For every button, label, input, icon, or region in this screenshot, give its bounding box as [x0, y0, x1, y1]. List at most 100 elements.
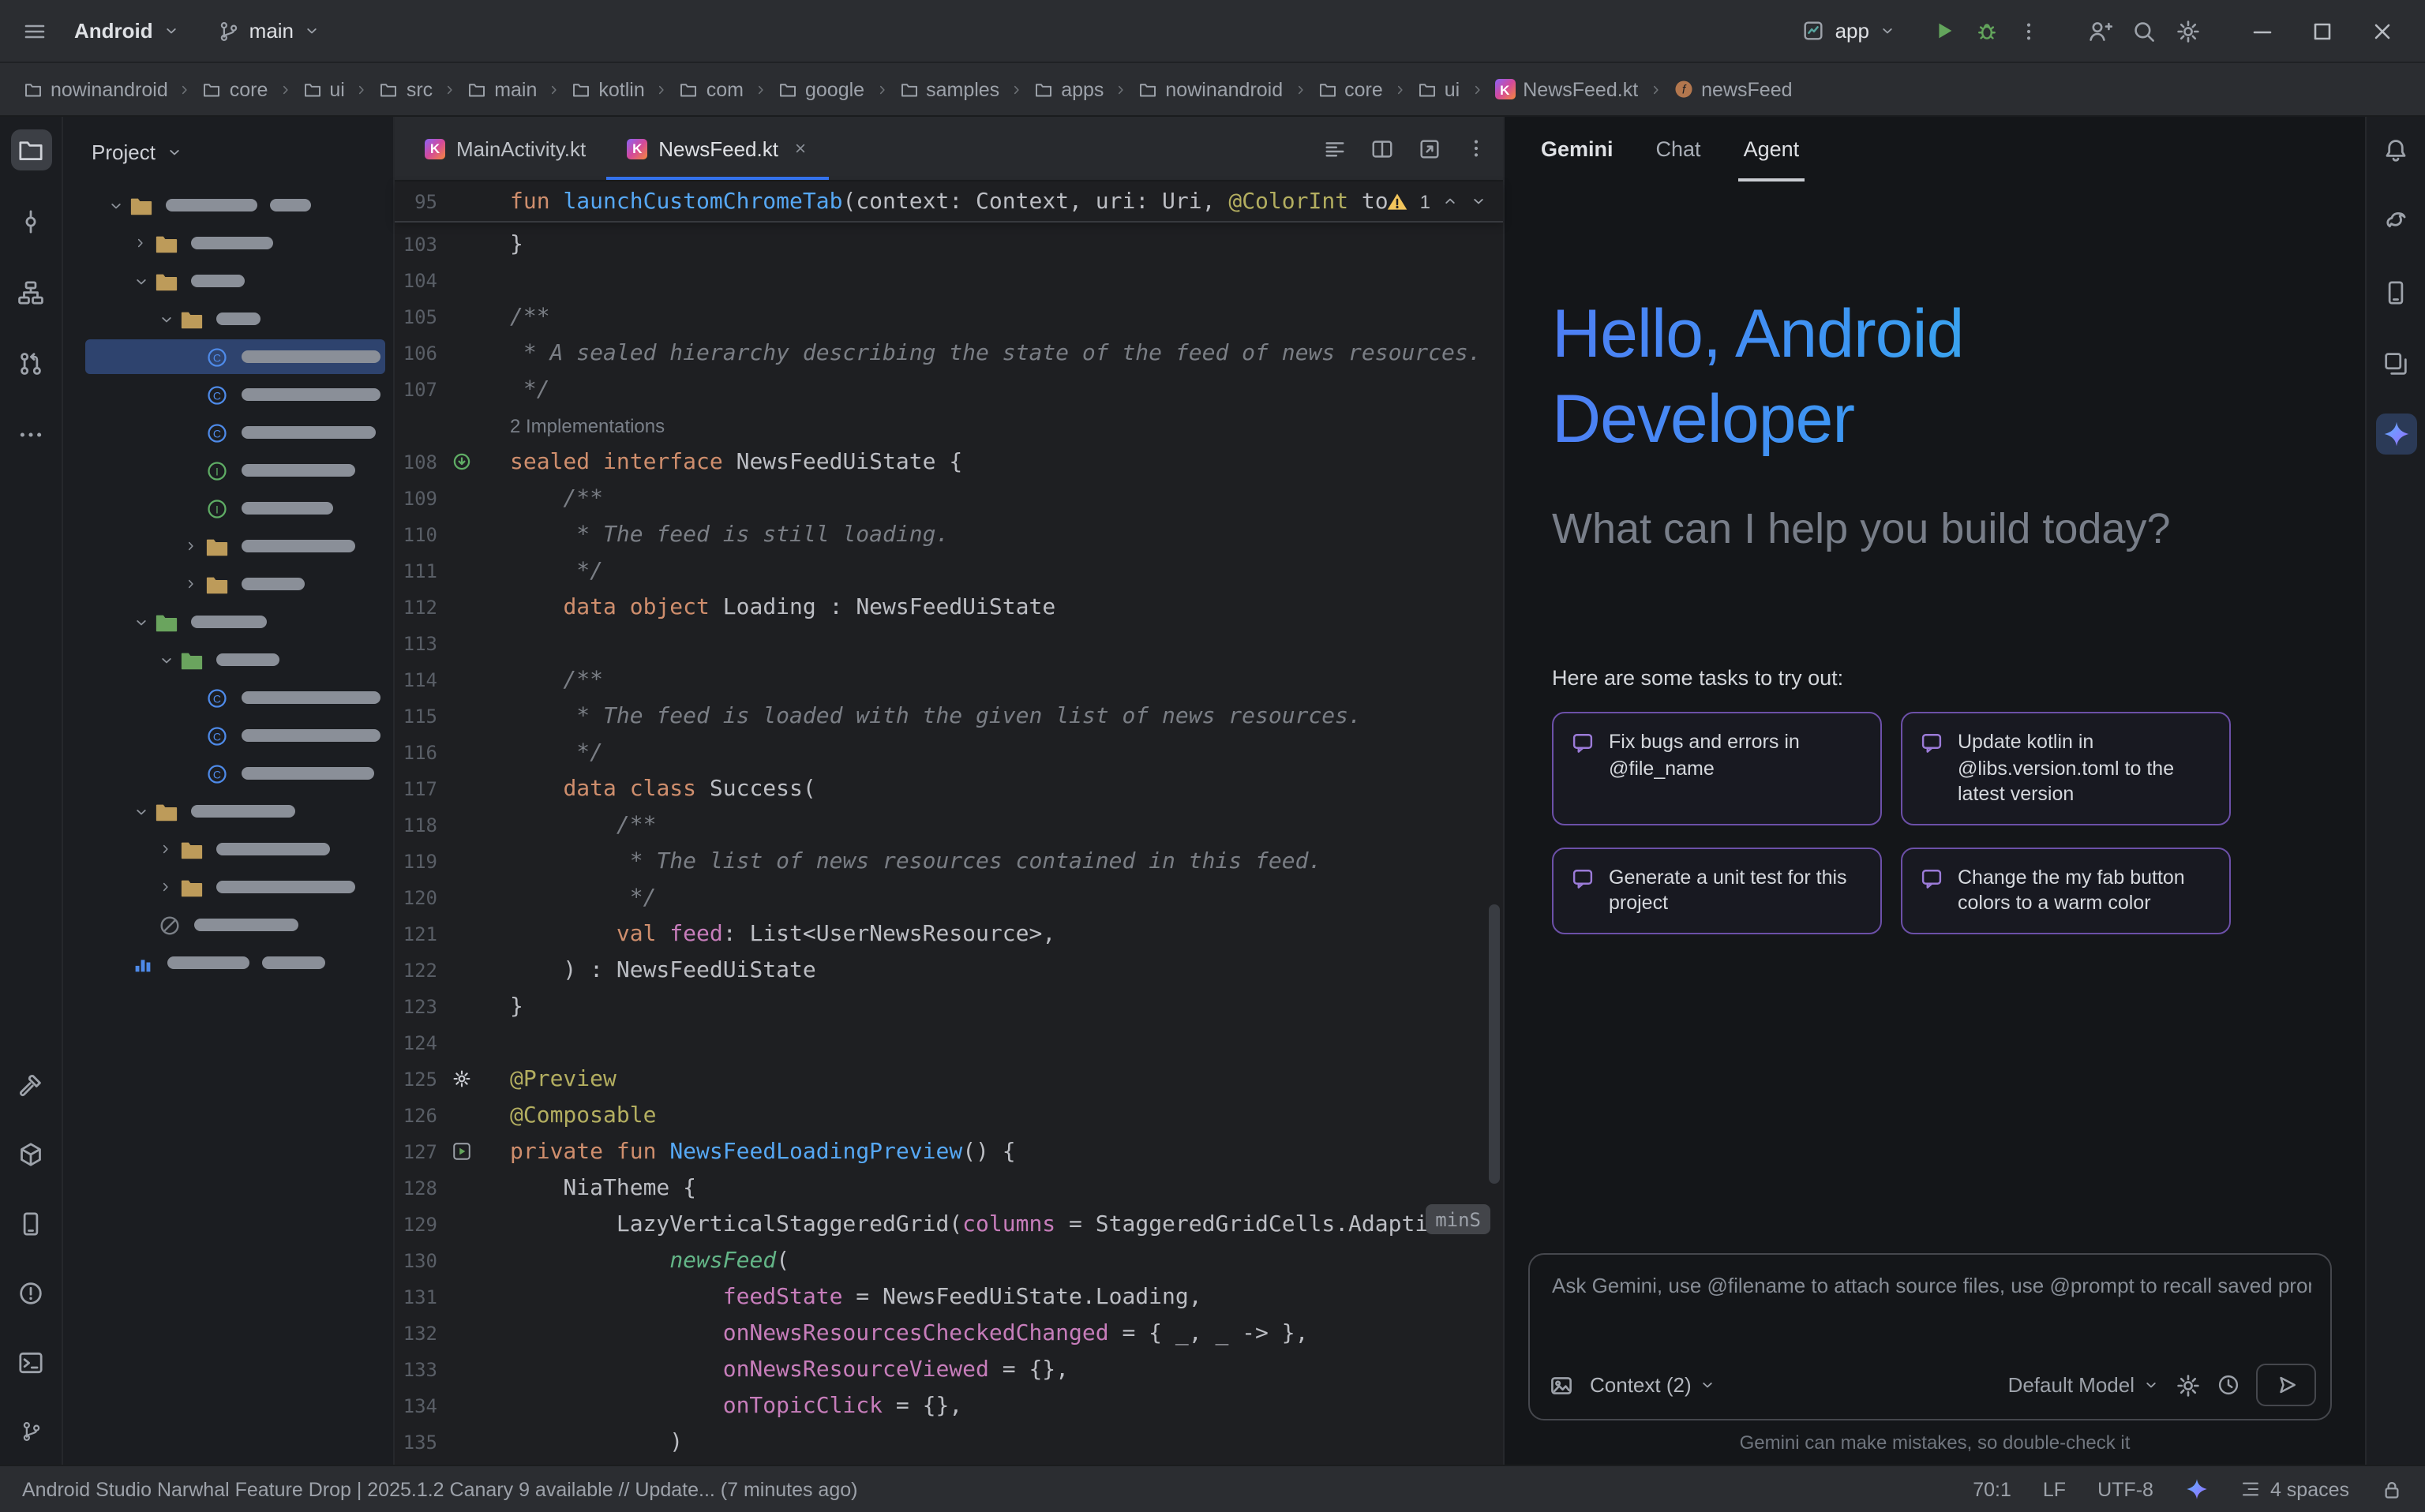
- gemini-tool-button[interactable]: [2375, 414, 2416, 455]
- gear-gutter-icon[interactable]: [444, 1069, 478, 1089]
- attach-image-icon[interactable]: [1549, 1372, 1574, 1398]
- open-files-list-icon[interactable]: [1323, 137, 1347, 160]
- project-tree-row[interactable]: [63, 641, 393, 679]
- project-tool-button[interactable]: [10, 129, 51, 170]
- gemini-tab-agent[interactable]: Agent: [1744, 117, 1800, 182]
- editor-options-icon[interactable]: [1465, 137, 1487, 159]
- notifications-button[interactable]: [2375, 129, 2416, 170]
- indent-setting[interactable]: 4 spaces: [2240, 1478, 2349, 1500]
- version-control-tool-button[interactable]: [10, 1411, 51, 1452]
- code-viewport[interactable]: 103}104105/**106 * A sealed hierarchy de…: [395, 223, 1503, 1465]
- chevron-right-icon[interactable]: [153, 841, 178, 857]
- project-tree-row[interactable]: I: [63, 489, 393, 527]
- breadcrumb-item[interactable]: apps: [1029, 75, 1108, 103]
- project-tree-row[interactable]: C: [63, 679, 393, 717]
- project-tree-row[interactable]: [63, 830, 393, 868]
- more-tool-windows-button[interactable]: [10, 414, 51, 455]
- chevron-right-icon[interactable]: [178, 576, 204, 592]
- breadcrumb-item[interactable]: core: [1313, 75, 1388, 103]
- gemini-task-card[interactable]: Generate a unit test for this project: [1552, 847, 1882, 934]
- model-selector[interactable]: Default Model: [2008, 1373, 2160, 1397]
- add-user-icon[interactable]: [2087, 18, 2112, 43]
- caret-position[interactable]: 70:1: [1973, 1478, 2011, 1500]
- project-tree-row[interactable]: [63, 300, 393, 338]
- project-tree-row[interactable]: [63, 868, 393, 906]
- search-everywhere-icon[interactable]: [2131, 18, 2157, 43]
- line-separator[interactable]: LF: [2043, 1478, 2066, 1500]
- breadcrumb-item[interactable]: src: [375, 75, 437, 103]
- packages-tool-button[interactable]: [10, 1133, 51, 1174]
- preview-gutter-icon[interactable]: [444, 1141, 478, 1162]
- breadcrumb-item[interactable]: com: [675, 75, 748, 103]
- editor-tab[interactable]: KNewsFeed.kt: [606, 117, 829, 180]
- chevron-down-icon[interactable]: [103, 196, 128, 214]
- more-actions-icon[interactable]: [2018, 20, 2040, 42]
- commit-tool-button[interactable]: [10, 200, 51, 241]
- problems-tool-button[interactable]: [10, 1272, 51, 1313]
- project-tree-row[interactable]: [63, 224, 393, 262]
- split-editor-icon[interactable]: [1370, 137, 1394, 160]
- close-button[interactable]: [2362, 10, 2403, 51]
- send-button[interactable]: [2256, 1364, 2316, 1406]
- write-access-lock-icon[interactable]: [2381, 1478, 2403, 1500]
- run-configuration-selector[interactable]: app: [1791, 13, 1907, 49]
- pull-requests-tool-button[interactable]: [10, 342, 51, 384]
- gemini-tab-chat[interactable]: Chat: [1656, 117, 1701, 182]
- device-manager-tool-button[interactable]: [10, 1203, 51, 1244]
- build-tool-button[interactable]: [10, 1064, 51, 1105]
- debug-button[interactable]: [1975, 19, 1999, 43]
- project-tree-row[interactable]: [63, 944, 393, 982]
- structure-tool-button[interactable]: [10, 271, 51, 313]
- project-tree-row[interactable]: C: [63, 414, 393, 451]
- gemini-status-icon[interactable]: [2185, 1477, 2209, 1501]
- project-tree-row[interactable]: [63, 792, 393, 830]
- project-tree-row[interactable]: [63, 262, 393, 300]
- implementations-gutter-icon[interactable]: [444, 451, 478, 472]
- running-devices-icon[interactable]: [1418, 137, 1441, 160]
- history-icon[interactable]: [2217, 1373, 2240, 1397]
- project-tree-row[interactable]: [63, 186, 393, 224]
- project-tree-row[interactable]: I: [63, 451, 393, 489]
- terminal-tool-button[interactable]: [10, 1342, 51, 1383]
- breadcrumb-item[interactable]: KNewsFeed.kt: [1490, 75, 1643, 103]
- chevron-down-icon[interactable]: [153, 651, 178, 668]
- breadcrumb-item[interactable]: nowinandroid: [1134, 75, 1287, 103]
- breadcrumb-item[interactable]: samples: [894, 75, 1004, 103]
- close-tab-icon[interactable]: [793, 140, 808, 156]
- status-message[interactable]: Android Studio Narwhal Feature Drop | 20…: [22, 1478, 858, 1500]
- chevron-down-icon[interactable]: [128, 272, 153, 290]
- project-tree-row[interactable]: [63, 565, 393, 603]
- project-tree-row[interactable]: [63, 906, 393, 944]
- editor-tab[interactable]: KMainActivity.kt: [404, 117, 606, 180]
- layout-inspector-tool-button[interactable]: [2375, 342, 2416, 384]
- run-button[interactable]: [1932, 19, 1956, 43]
- editor-scrollbar[interactable]: [1489, 904, 1500, 1184]
- project-tree-row[interactable]: [63, 603, 393, 641]
- chevron-down-icon[interactable]: [153, 310, 178, 327]
- breadcrumb-item[interactable]: nowinandroid: [19, 75, 173, 103]
- project-panel-header[interactable]: Project: [63, 117, 393, 186]
- previous-problem-icon[interactable]: [1441, 193, 1459, 210]
- settings-gear-icon[interactable]: [2176, 18, 2201, 43]
- gemini-settings-icon[interactable]: [2176, 1372, 2201, 1398]
- breadcrumb-item[interactable]: ui: [298, 75, 349, 103]
- breadcrumb-item[interactable]: core: [198, 75, 273, 103]
- project-tree-row[interactable]: C: [63, 717, 393, 754]
- file-encoding[interactable]: UTF-8: [2097, 1478, 2153, 1500]
- vcs-branch-selector[interactable]: main: [207, 13, 332, 49]
- project-tree-row[interactable]: [63, 527, 393, 565]
- device-explorer-tool-button[interactable]: [2375, 271, 2416, 313]
- inspections-widget[interactable]: 1: [1387, 190, 1487, 212]
- project-tree-row[interactable]: C: [63, 754, 393, 792]
- chevron-right-icon[interactable]: [128, 235, 153, 251]
- minimize-button[interactable]: [2242, 10, 2283, 51]
- breadcrumb-item[interactable]: fnewsFeed: [1668, 75, 1797, 103]
- chevron-right-icon[interactable]: [178, 538, 204, 554]
- chevron-down-icon[interactable]: [128, 803, 153, 820]
- breadcrumb-item[interactable]: main: [463, 75, 542, 103]
- chevron-right-icon[interactable]: [153, 879, 178, 895]
- implementations-hint[interactable]: 2 Implementations: [510, 414, 665, 436]
- context-selector[interactable]: Context (2): [1590, 1373, 1717, 1397]
- gemini-task-card[interactable]: Fix bugs and errors in @file_name: [1552, 712, 1882, 825]
- gradle-tool-button[interactable]: [2375, 200, 2416, 241]
